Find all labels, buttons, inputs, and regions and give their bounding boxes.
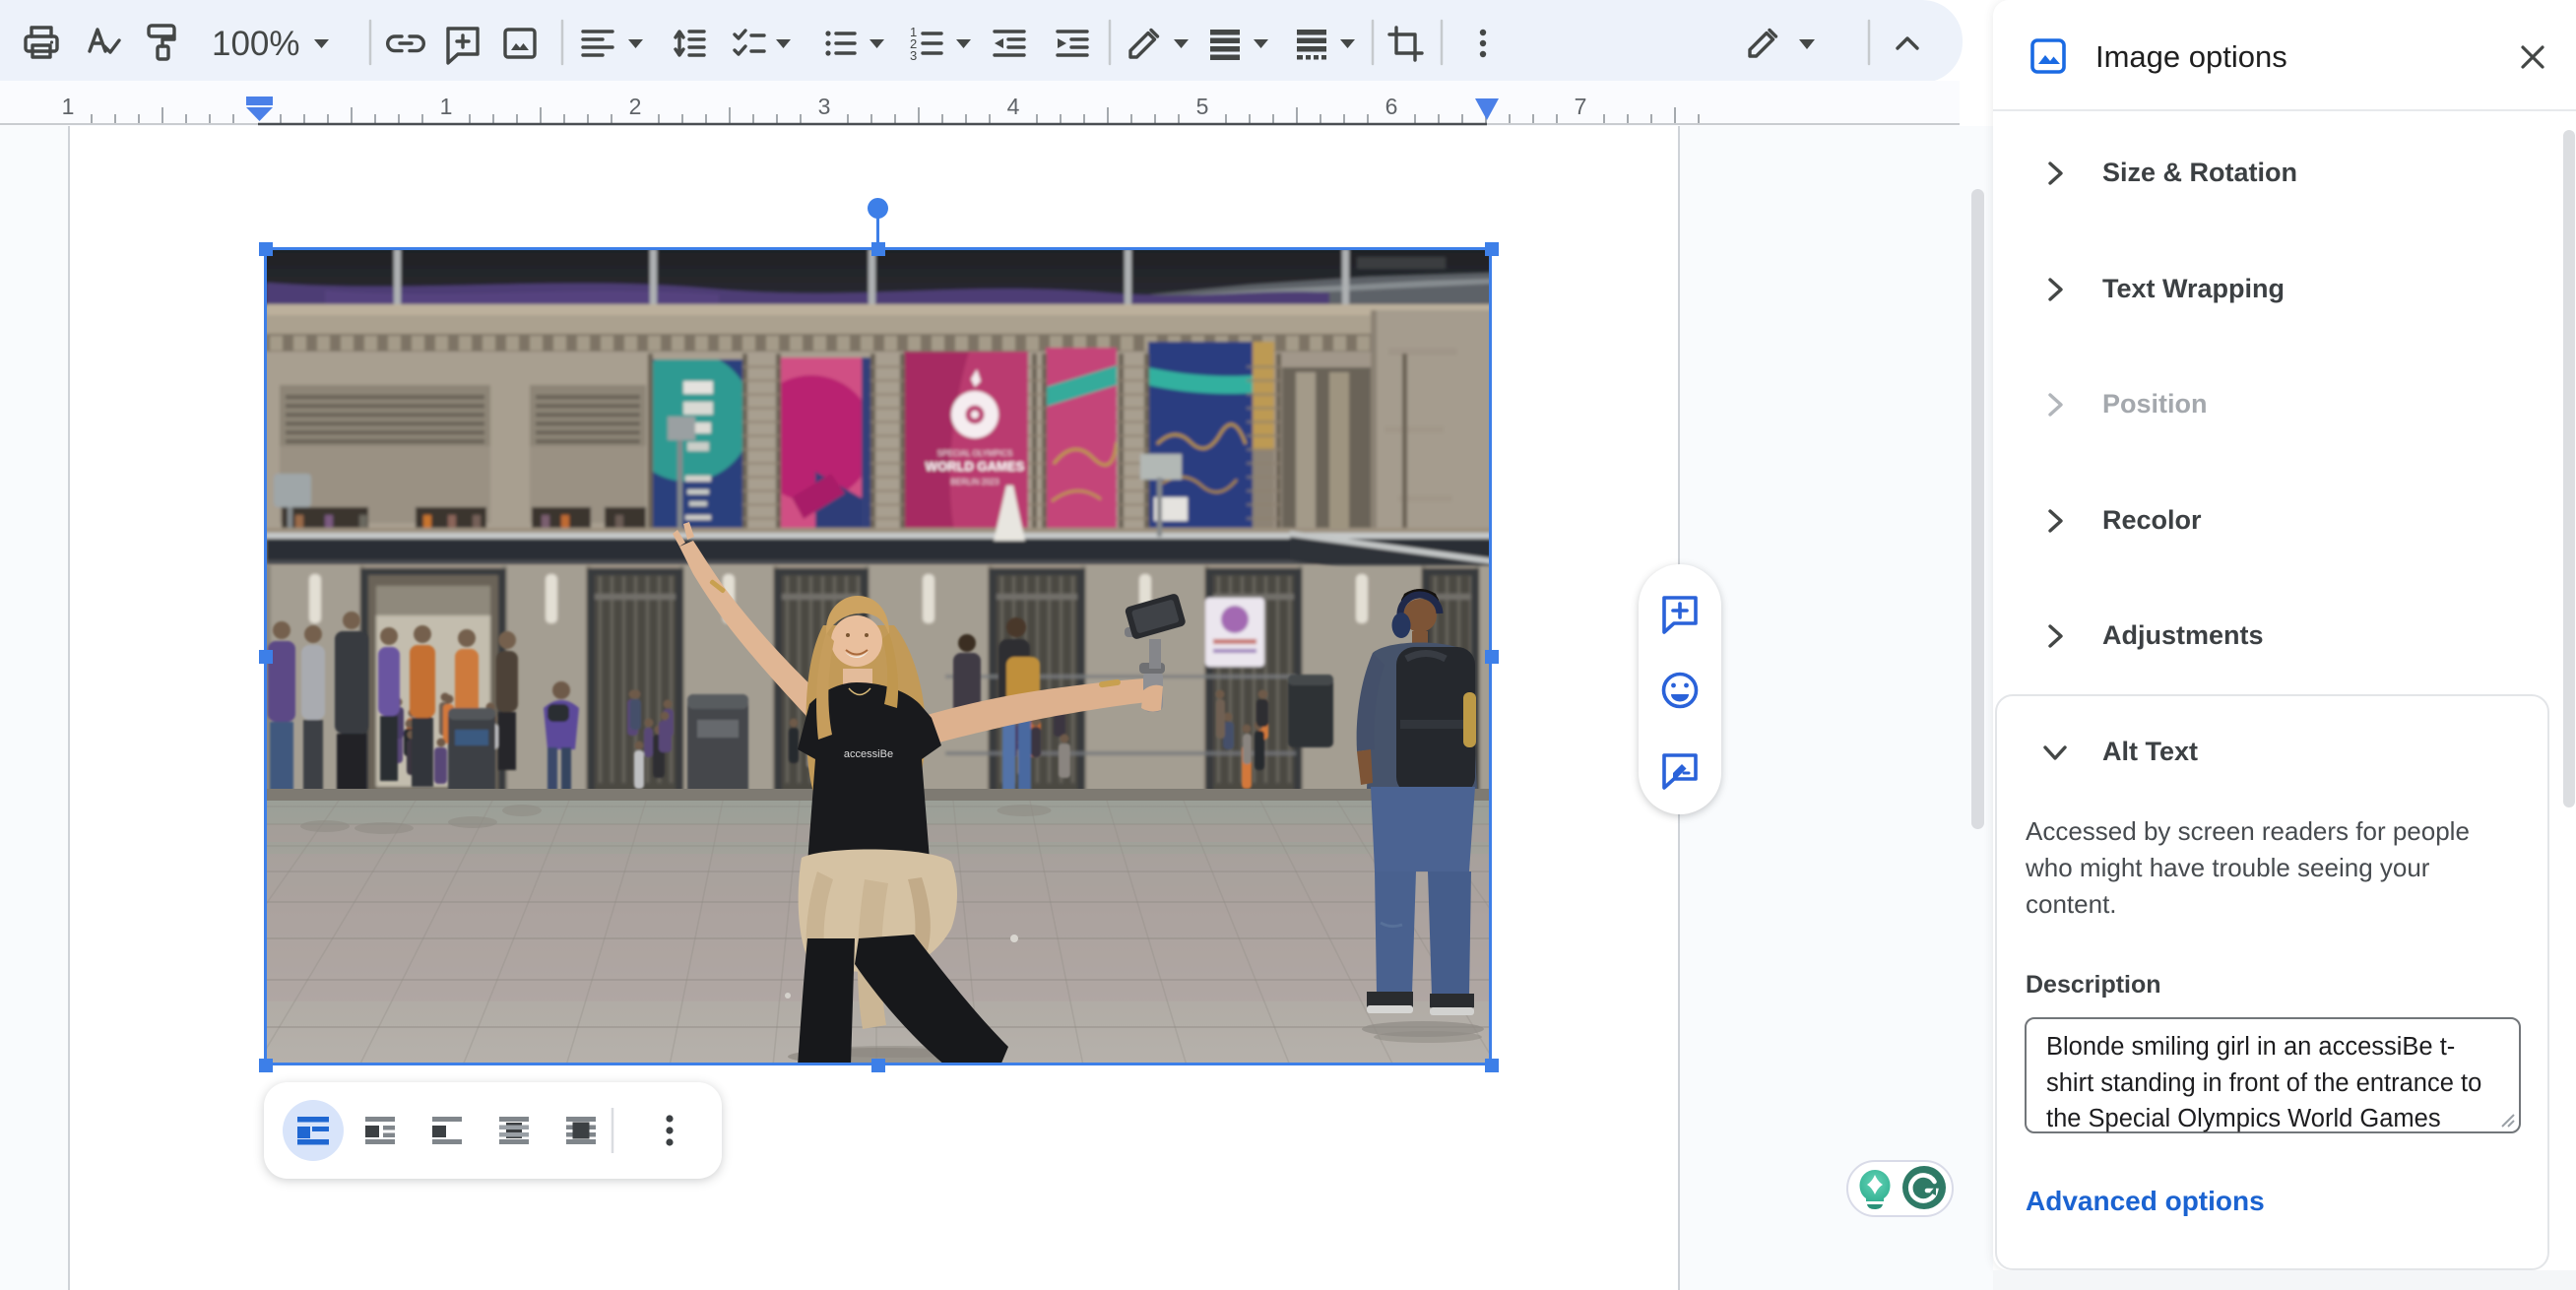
svg-text:6: 6	[1385, 94, 1398, 119]
svg-text:1: 1	[440, 94, 453, 119]
svg-text:2: 2	[629, 94, 642, 119]
svg-text:7: 7	[1575, 94, 1587, 119]
svg-text:1: 1	[62, 94, 75, 119]
svg-text:5: 5	[1196, 94, 1209, 119]
svg-text:3: 3	[910, 48, 917, 63]
svg-text:100%: 100%	[212, 25, 300, 63]
svg-text:4: 4	[1007, 94, 1020, 119]
svg-text:3: 3	[818, 94, 831, 119]
